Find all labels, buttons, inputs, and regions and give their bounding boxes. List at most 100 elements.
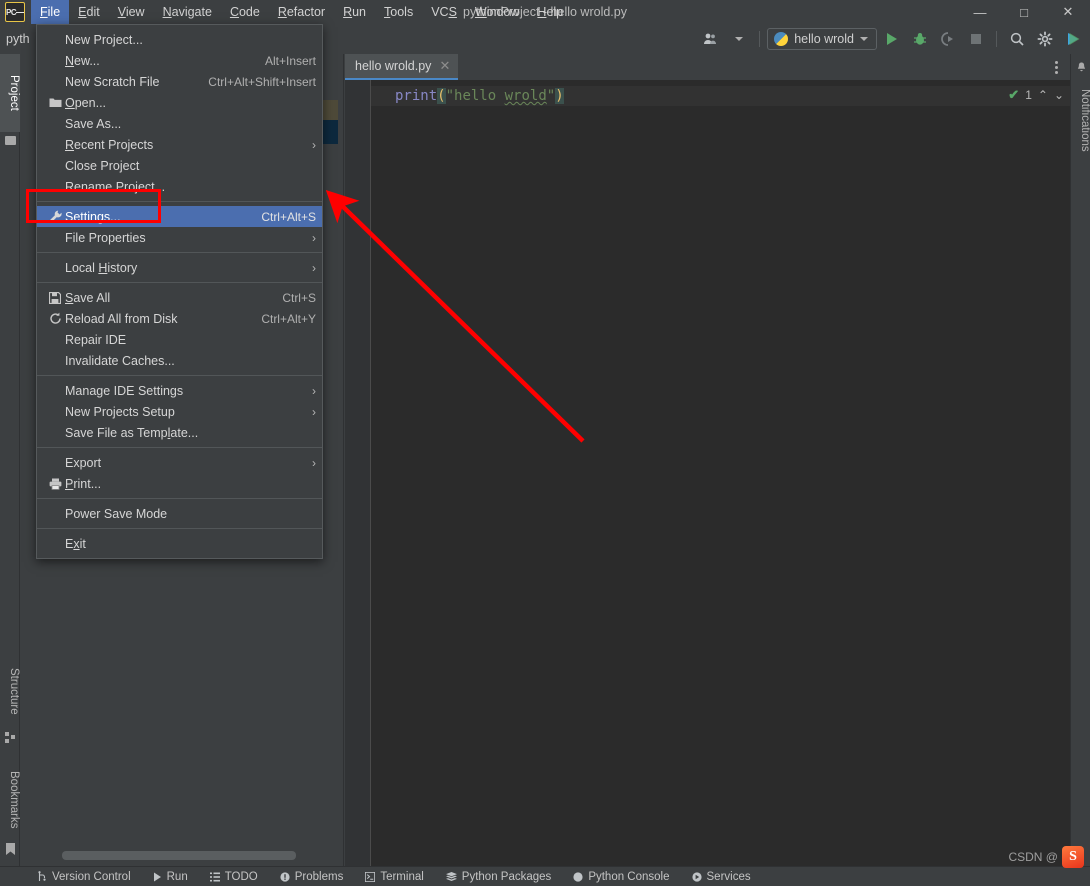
menu-item-rename-project[interactable]: Rename Project... — [37, 176, 322, 197]
menu-item-new-project[interactable]: New Project... — [37, 29, 322, 50]
code-string-typo: wrold — [504, 88, 547, 104]
chevron-down-icon[interactable]: ⌄ — [1054, 88, 1064, 102]
gear-icon[interactable] — [1032, 26, 1058, 52]
status-version-control[interactable]: Version Control — [26, 867, 142, 886]
play-icon — [153, 872, 162, 882]
menu-label: Recent Projects — [65, 137, 154, 152]
editor-tab-label: hello wrold.py — [355, 59, 432, 73]
menu-item-repair-ide[interactable]: Repair IDE — [37, 329, 322, 350]
user-dropdown-caret-icon[interactable] — [726, 26, 752, 52]
editor-tab-bar: hello wrold.py ✕ — [345, 54, 1070, 80]
menu-separator — [37, 498, 322, 499]
folder-icon — [45, 97, 65, 108]
left-tool-strip: Project Structure Bookmarks — [0, 54, 20, 866]
menu-label: Save File as Template... — [65, 425, 199, 440]
menu-item-reload-all-from-disk[interactable]: Reload All from Disk Ctrl+Alt+Y — [37, 308, 322, 329]
run-button[interactable] — [879, 26, 905, 52]
menu-label: Local History — [65, 260, 138, 275]
menu-view[interactable]: View — [109, 0, 154, 24]
reload-icon — [45, 312, 65, 325]
python-icon — [573, 871, 583, 882]
code-editor[interactable]: print("hello wrold") — [371, 80, 1070, 866]
menu-navigate[interactable]: Navigate — [154, 0, 221, 24]
sidebar-item-project[interactable]: Project — [0, 54, 20, 132]
stop-button[interactable] — [963, 26, 989, 52]
menu-item-recent-projects[interactable]: Recent Projects › — [37, 134, 322, 155]
menu-item-settings[interactable]: Settings... Ctrl+Alt+S — [37, 206, 322, 227]
menu-accel: Ctrl+Alt+Y — [261, 311, 316, 326]
watermark-text: CSDN @ — [1008, 850, 1058, 864]
left-tab-label-structure: Structure — [8, 667, 20, 715]
menu-accel: Ctrl+Alt+S — [261, 209, 316, 224]
menu-run[interactable]: Run — [334, 0, 375, 24]
chevron-right-icon: › — [312, 383, 316, 398]
toolbar-divider — [759, 31, 761, 47]
menu-item-manage-ide-settings[interactable]: Manage IDE Settings › — [37, 380, 322, 401]
code-line-1[interactable]: print("hello wrold") — [371, 86, 1070, 106]
run-configuration-selector[interactable]: hello wrold — [767, 28, 877, 50]
menu-item-save-file-as-template[interactable]: Save File as Template... — [37, 422, 322, 443]
menu-refactor[interactable]: Refactor — [269, 0, 334, 24]
menu-item-local-history[interactable]: Local History › — [37, 257, 322, 278]
status-services[interactable]: Services — [681, 867, 762, 886]
project-horizontal-scrollbar[interactable] — [62, 851, 296, 860]
sidebar-item-structure[interactable]: Structure — [0, 648, 20, 734]
updates-icon[interactable] — [1060, 26, 1086, 52]
menu-item-exit[interactable]: Exit — [37, 533, 322, 554]
more-options-icon[interactable] — [1048, 54, 1064, 80]
editor-tab-hello-wrold[interactable]: hello wrold.py ✕ — [345, 54, 459, 80]
menu-item-export[interactable]: Export › — [37, 452, 322, 473]
menu-item-print[interactable]: Print... — [37, 473, 322, 494]
csdn-logo-icon: S — [1062, 846, 1084, 868]
status-label: Version Control — [52, 870, 131, 883]
minimize-button[interactable]: — — [958, 0, 1002, 24]
status-python-console[interactable]: Python Console — [562, 867, 680, 886]
close-button[interactable]: ✕ — [1046, 0, 1090, 24]
sidebar-item-bookmarks[interactable]: Bookmarks — [0, 756, 20, 844]
status-label: Services — [706, 870, 751, 883]
menu-accel: Ctrl+Alt+Shift+Insert — [208, 74, 316, 89]
menu-item-power-save-mode[interactable]: Power Save Mode — [37, 503, 322, 524]
inspection-widget[interactable]: ✔ 1 ⌃ ⌄ — [1008, 84, 1064, 106]
menu-item-invalidate-caches[interactable]: Invalidate Caches... — [37, 350, 322, 371]
close-icon[interactable]: ✕ — [439, 58, 450, 74]
menu-label: New Project... — [65, 32, 143, 47]
menu-window[interactable]: Window — [466, 0, 528, 24]
right-tool-strip: Notifications — [1070, 54, 1090, 866]
menu-vcs[interactable]: VCS — [422, 0, 466, 24]
toolbar-divider-2 — [996, 31, 997, 47]
run-with-coverage-button[interactable] — [935, 26, 961, 52]
right-tab-label-notifications: Notifications — [1079, 88, 1090, 152]
debug-button[interactable] — [907, 26, 933, 52]
search-icon[interactable] — [1004, 26, 1030, 52]
maximize-button[interactable]: □ — [1002, 0, 1046, 24]
menu-item-new[interactable]: New... Alt+Insert — [37, 50, 322, 71]
menu-tools[interactable]: Tools — [375, 0, 422, 24]
user-icon[interactable] — [698, 26, 724, 52]
status-problems[interactable]: Problems — [269, 867, 355, 886]
menu-item-close-project[interactable]: Close Project — [37, 155, 322, 176]
editor-gutter[interactable] — [345, 80, 371, 866]
menu-file[interactable]: File — [31, 0, 70, 24]
status-run[interactable]: Run — [142, 867, 199, 886]
status-terminal[interactable]: Terminal — [354, 867, 434, 886]
menu-help[interactable]: Help — [528, 0, 572, 24]
menu-item-open[interactable]: Open... — [37, 92, 322, 113]
menu-edit[interactable]: Edit — [69, 0, 109, 24]
menu-item-save-as[interactable]: Save As... — [37, 113, 322, 134]
code-keyword: print — [395, 88, 438, 104]
menu-item-file-properties[interactable]: File Properties › — [37, 227, 322, 248]
chevron-up-icon[interactable]: ⌃ — [1038, 88, 1048, 102]
menu-code[interactable]: Code — [221, 0, 269, 24]
menu-item-save-all[interactable]: Save All Ctrl+S — [37, 287, 322, 308]
menu-label: File Properties — [65, 230, 146, 245]
menu-accel: Alt+Insert — [264, 53, 316, 68]
status-python-packages[interactable]: Python Packages — [435, 867, 563, 886]
status-label: Terminal — [380, 870, 424, 883]
status-todo[interactable]: TODO — [199, 867, 269, 886]
menu-item-new-projects-setup[interactable]: New Projects Setup › — [37, 401, 322, 422]
menu-accel: Ctrl+S — [282, 290, 316, 305]
menu-item-new-scratch-file[interactable]: New Scratch File Ctrl+Alt+Shift+Insert — [37, 71, 322, 92]
menu-separator — [37, 375, 322, 376]
sidebar-item-notifications[interactable]: Notifications — [1071, 74, 1090, 166]
